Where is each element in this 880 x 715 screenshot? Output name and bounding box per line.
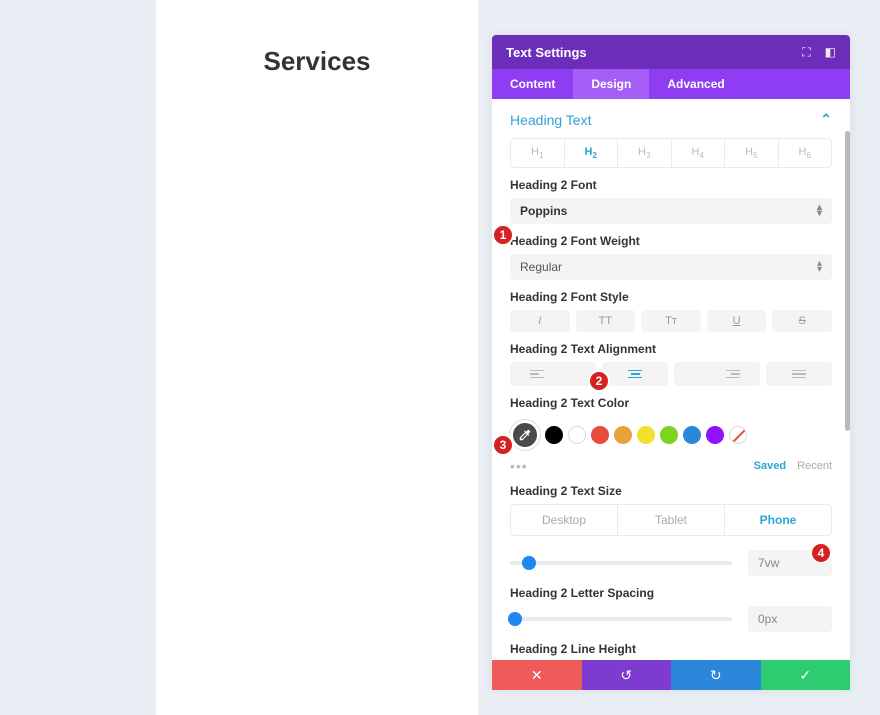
- panel-footer: ✕ ↺ ↻ ✓: [492, 660, 850, 690]
- font-select[interactable]: Poppins ▴▾: [510, 198, 832, 224]
- underline-button[interactable]: U: [707, 310, 767, 332]
- h3-tab[interactable]: H3: [618, 139, 672, 167]
- recent-tab[interactable]: Recent: [797, 460, 832, 472]
- saved-tab[interactable]: Saved: [754, 460, 786, 472]
- save-button[interactable]: ✓: [761, 660, 851, 690]
- tab-content[interactable]: Content: [492, 69, 573, 99]
- color-blue[interactable]: [683, 426, 701, 444]
- device-tablet-tab[interactable]: Tablet: [618, 505, 725, 535]
- letter-label: Heading 2 Letter Spacing: [510, 586, 832, 600]
- color-label: Heading 2 Text Color: [510, 396, 832, 410]
- size-label: Heading 2 Text Size: [510, 484, 832, 498]
- weight-value: Regular: [520, 260, 562, 274]
- device-phone-tab[interactable]: Phone: [725, 505, 831, 535]
- panel-scrollbar[interactable]: [845, 131, 850, 431]
- panel-title: Text Settings: [506, 45, 587, 60]
- eyedropper-icon[interactable]: [510, 420, 540, 450]
- redo-button[interactable]: ↻: [671, 660, 761, 690]
- select-arrows-icon: ▴▾: [817, 205, 822, 217]
- color-green[interactable]: [660, 426, 678, 444]
- h5-tab[interactable]: H5: [725, 139, 779, 167]
- align-center-button[interactable]: [602, 362, 668, 386]
- weight-label: Heading 2 Font Weight: [510, 234, 832, 248]
- page-heading[interactable]: Services: [156, 46, 478, 77]
- weight-select[interactable]: Regular ▴▾: [510, 254, 832, 280]
- smallcaps-button[interactable]: Tᴛ: [641, 310, 701, 332]
- color-yellow[interactable]: [637, 426, 655, 444]
- size-slider[interactable]: [510, 561, 732, 565]
- text-settings-panel: Text Settings ⛶ ◧ Content Design Advance…: [492, 35, 850, 690]
- font-label: Heading 2 Font: [510, 178, 832, 192]
- device-desktop-tab[interactable]: Desktop: [511, 505, 618, 535]
- callout-2: 2: [588, 370, 610, 392]
- letter-value[interactable]: 0px: [748, 606, 832, 632]
- undo-button[interactable]: ↺: [582, 660, 672, 690]
- color-black[interactable]: [545, 426, 563, 444]
- color-none[interactable]: [729, 426, 747, 444]
- heading-level-tabs: H1 H2 H3 H4 H5 H6: [510, 138, 832, 168]
- h2-tab[interactable]: H2: [565, 139, 619, 167]
- device-tabs: Desktop Tablet Phone: [510, 504, 832, 536]
- color-white[interactable]: [568, 426, 586, 444]
- color-swatches: [510, 416, 832, 454]
- panel-body: Heading Text ⌃ H1 H2 H3 H4 H5 H6 Heading…: [492, 99, 850, 660]
- expand-icon[interactable]: ⛶: [802, 45, 810, 60]
- more-dots-icon[interactable]: •••: [510, 458, 528, 474]
- cancel-button[interactable]: ✕: [492, 660, 582, 690]
- align-label: Heading 2 Text Alignment: [510, 342, 832, 356]
- color-red[interactable]: [591, 426, 609, 444]
- callout-4: 4: [810, 542, 832, 564]
- canvas-area: Services: [156, 0, 478, 715]
- dock-icon[interactable]: ◧: [825, 45, 836, 60]
- chevron-up-icon[interactable]: ⌃: [820, 111, 832, 128]
- section-title[interactable]: Heading Text: [510, 112, 591, 128]
- h1-tab[interactable]: H1: [511, 139, 565, 167]
- h4-tab[interactable]: H4: [672, 139, 726, 167]
- panel-header: Text Settings ⛶ ◧: [492, 35, 850, 69]
- line-label: Heading 2 Line Height: [510, 642, 832, 656]
- align-left-button[interactable]: [510, 362, 596, 386]
- align-right-button[interactable]: [674, 362, 760, 386]
- color-purple[interactable]: [706, 426, 724, 444]
- panel-tabs: Content Design Advanced: [492, 69, 850, 99]
- font-value: Poppins: [520, 204, 567, 218]
- italic-button[interactable]: I: [510, 310, 570, 332]
- style-label: Heading 2 Font Style: [510, 290, 832, 304]
- uppercase-button[interactable]: TT: [576, 310, 636, 332]
- tab-advanced[interactable]: Advanced: [649, 69, 742, 99]
- color-orange[interactable]: [614, 426, 632, 444]
- tab-design[interactable]: Design: [573, 69, 649, 99]
- strikethrough-button[interactable]: S: [772, 310, 832, 332]
- callout-1: 1: [492, 224, 514, 246]
- align-justify-button[interactable]: [766, 362, 832, 386]
- letter-slider[interactable]: [510, 617, 732, 621]
- h6-tab[interactable]: H6: [779, 139, 832, 167]
- callout-3: 3: [492, 434, 514, 456]
- select-arrows-icon: ▴▾: [817, 261, 822, 273]
